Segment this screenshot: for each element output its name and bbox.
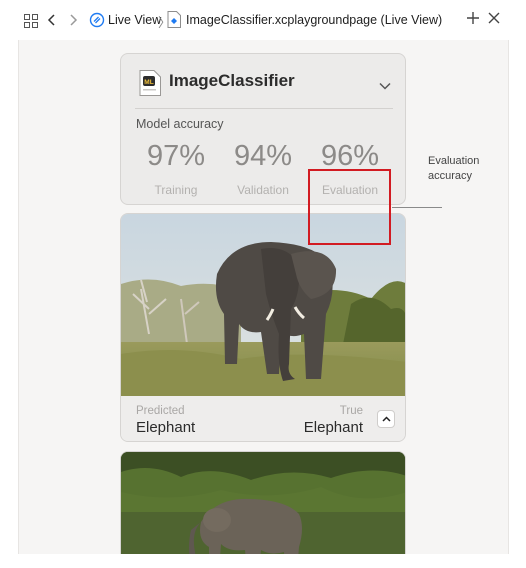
validation-accuracy-label: Validation	[237, 183, 289, 197]
grid-icon[interactable]	[24, 14, 38, 28]
training-accuracy-value: 97%	[146, 140, 206, 172]
collapse-button[interactable]	[377, 410, 395, 428]
editor-toolbar: Live View 〉 ImageClassifier.xcplayground…	[0, 0, 526, 40]
callout-leader-line	[392, 207, 442, 208]
close-icon[interactable]	[488, 12, 500, 24]
live-view-canvas: ML ImageClassifier Model accuracy 97% Tr…	[18, 40, 509, 554]
validation-accuracy-value: 94%	[233, 140, 293, 172]
back-icon[interactable]	[47, 13, 57, 27]
forward-icon[interactable]	[68, 13, 78, 27]
evaluation-highlight-box	[308, 169, 391, 245]
add-icon[interactable]	[466, 11, 480, 25]
prediction-card-2	[120, 451, 406, 554]
live-view-icon[interactable]	[89, 12, 105, 28]
chevron-up-icon	[381, 416, 391, 422]
prediction-bar: Predicted Elephant True Elephant	[121, 396, 405, 441]
training-accuracy-label: Training	[154, 183, 198, 197]
prediction-card: Predicted Elephant True Elephant	[120, 213, 406, 442]
elephant-photo-2	[121, 452, 405, 554]
accuracy-label: Model accuracy	[136, 117, 224, 131]
svg-text:ML: ML	[144, 79, 153, 86]
predicted-value: Elephant	[136, 419, 196, 436]
predicted-label: Predicted	[136, 405, 185, 417]
playground-page-icon	[167, 11, 181, 28]
evaluation-callout: Evaluation accuracy	[428, 155, 480, 182]
ml-model-icon: ML	[139, 70, 161, 101]
breadcrumb-live-view[interactable]: Live View	[108, 13, 161, 27]
model-name: ImageClassifier	[169, 71, 295, 90]
true-value: Elephant	[303, 419, 363, 436]
chevron-down-icon[interactable]	[379, 77, 391, 95]
card-divider	[135, 108, 393, 109]
true-label: True	[339, 405, 363, 417]
breadcrumb-page[interactable]: ImageClassifier.xcplaygroundpage (Live V…	[186, 13, 442, 27]
